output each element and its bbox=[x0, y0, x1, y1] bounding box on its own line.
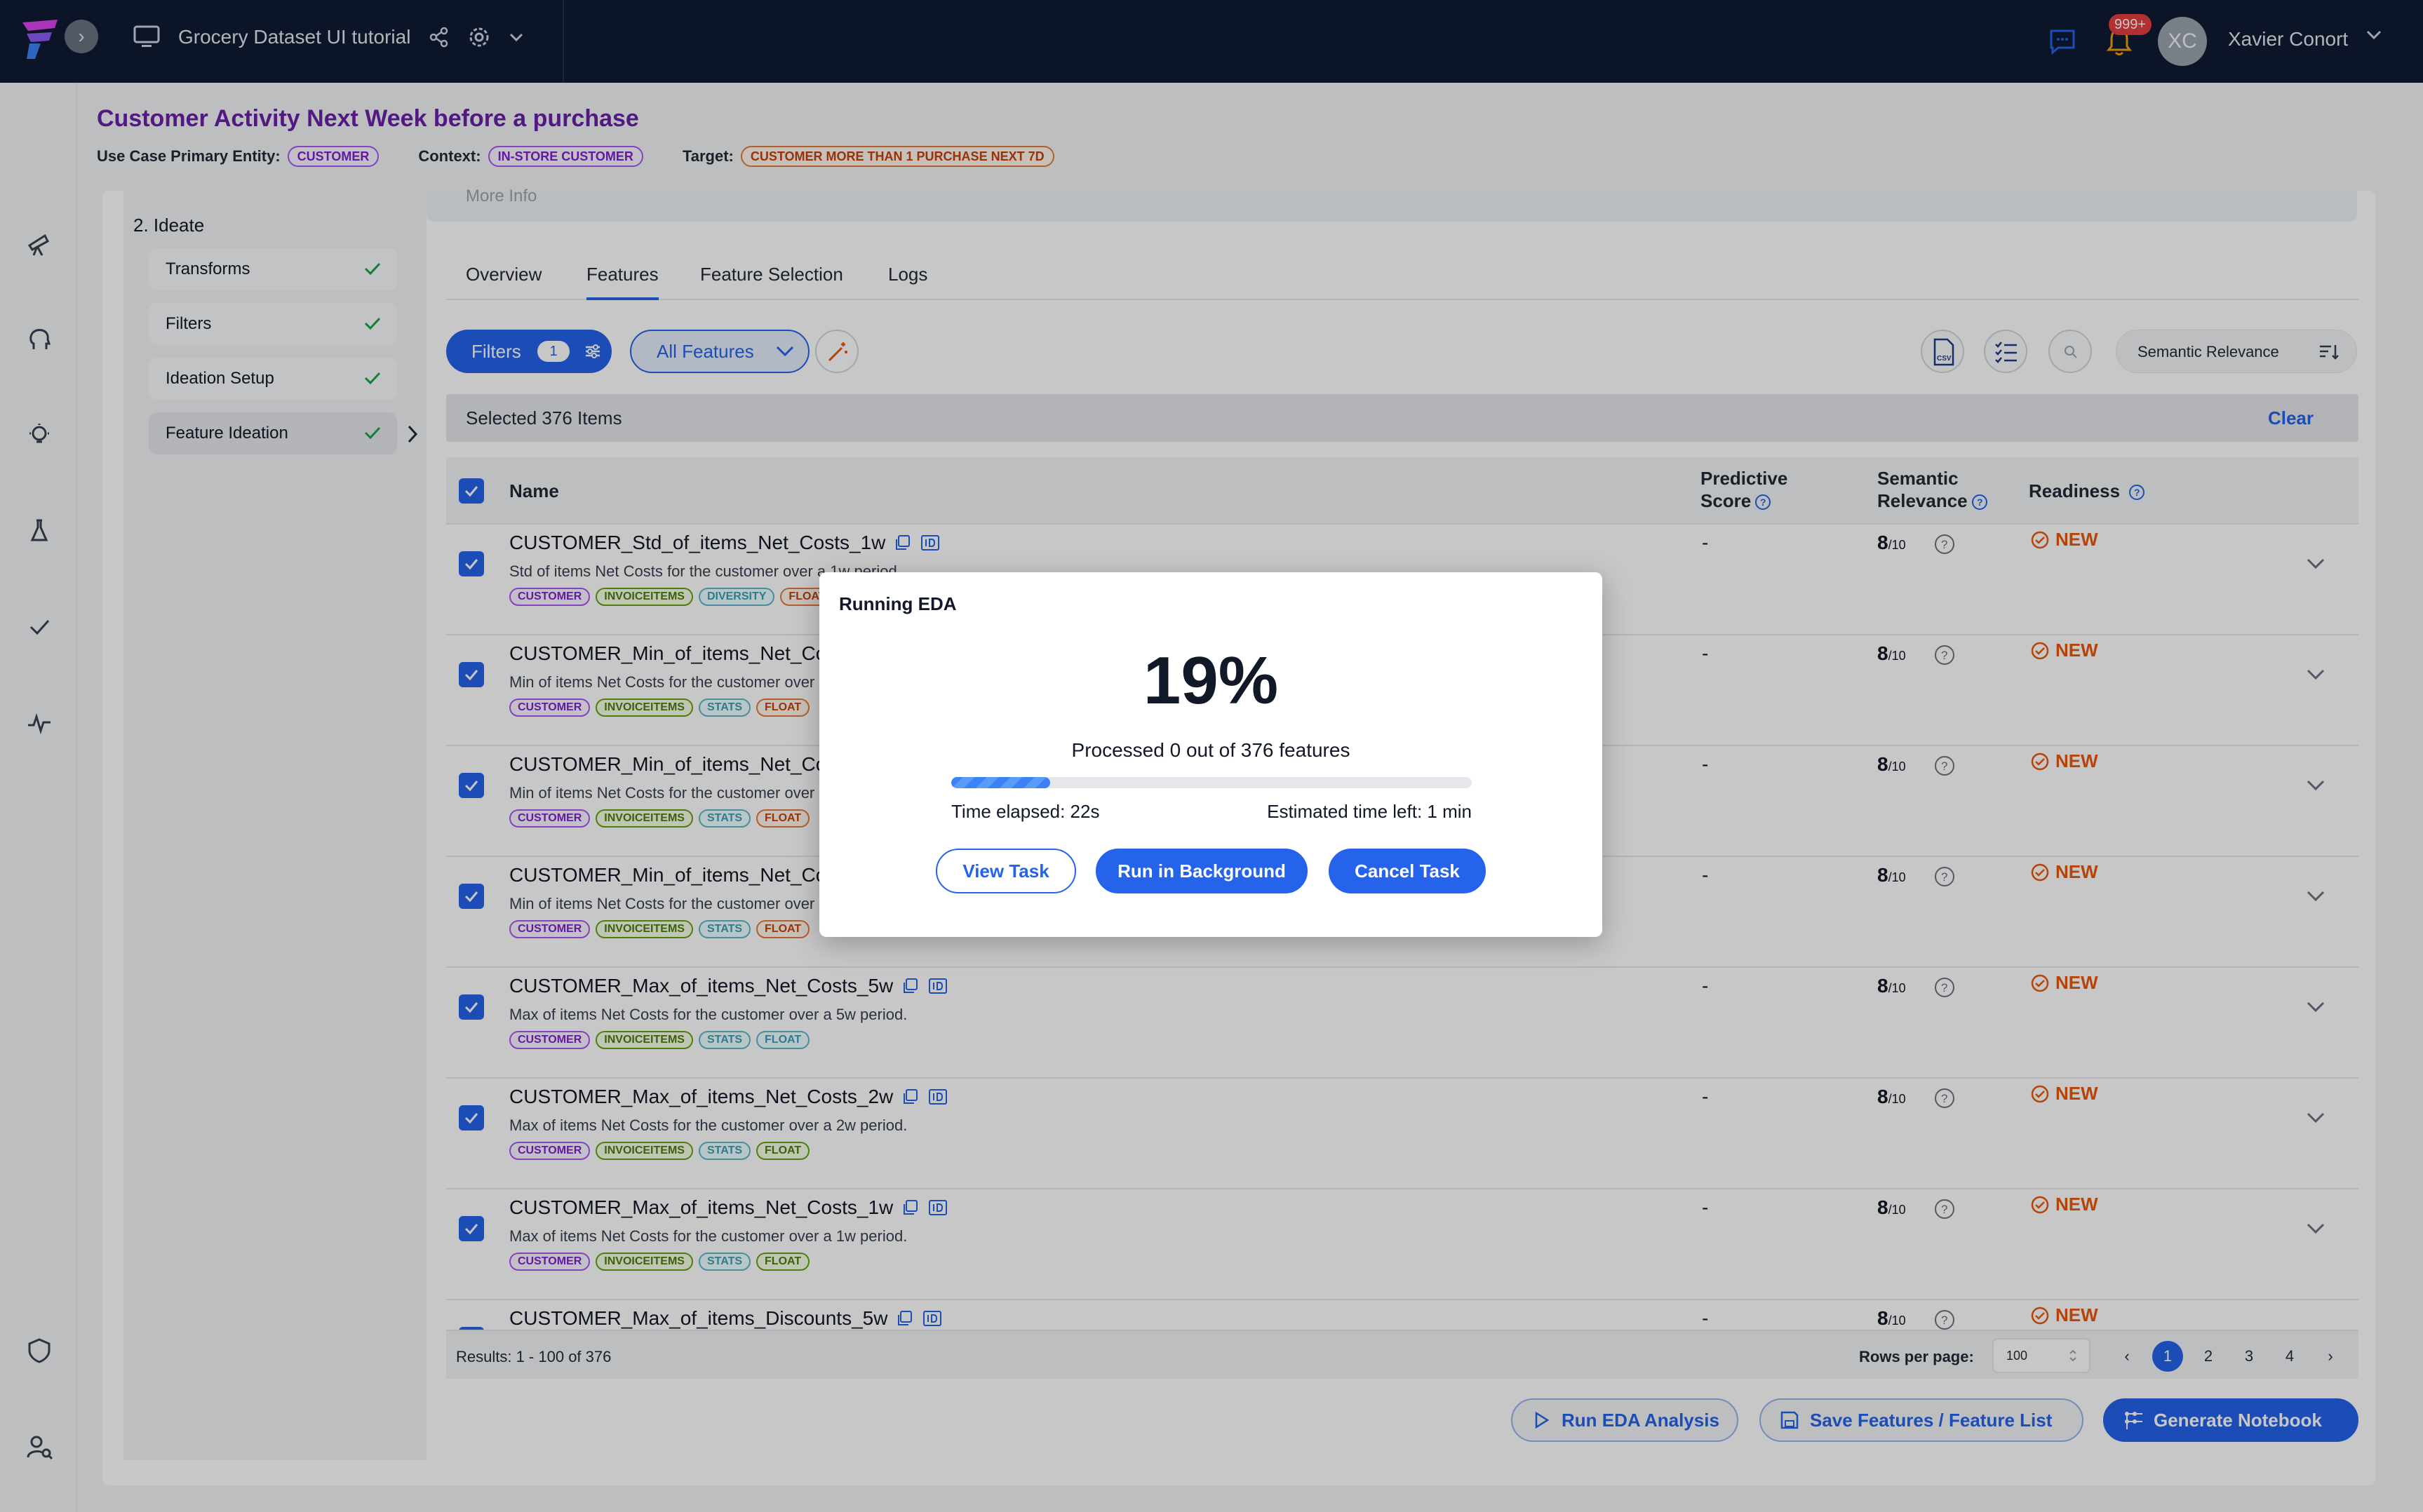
progress-bar bbox=[951, 777, 1472, 788]
dialog-title: Running EDA bbox=[839, 593, 957, 614]
cancel-task-button[interactable]: Cancel Task bbox=[1329, 849, 1486, 893]
view-task-button[interactable]: View Task bbox=[936, 849, 1076, 893]
running-eda-dialog: Running EDA 19% Processed 0 out of 376 f… bbox=[819, 572, 1602, 937]
progress-percent: 19% bbox=[1143, 643, 1279, 718]
processed-text: Processed 0 out of 376 features bbox=[1071, 739, 1350, 761]
time-elapsed: Time elapsed: 22s bbox=[951, 801, 1100, 822]
time-left: Estimated time left: 1 min bbox=[1267, 801, 1472, 822]
progress-bar-fill bbox=[951, 777, 1050, 788]
run-in-background-button[interactable]: Run in Background bbox=[1096, 849, 1308, 893]
